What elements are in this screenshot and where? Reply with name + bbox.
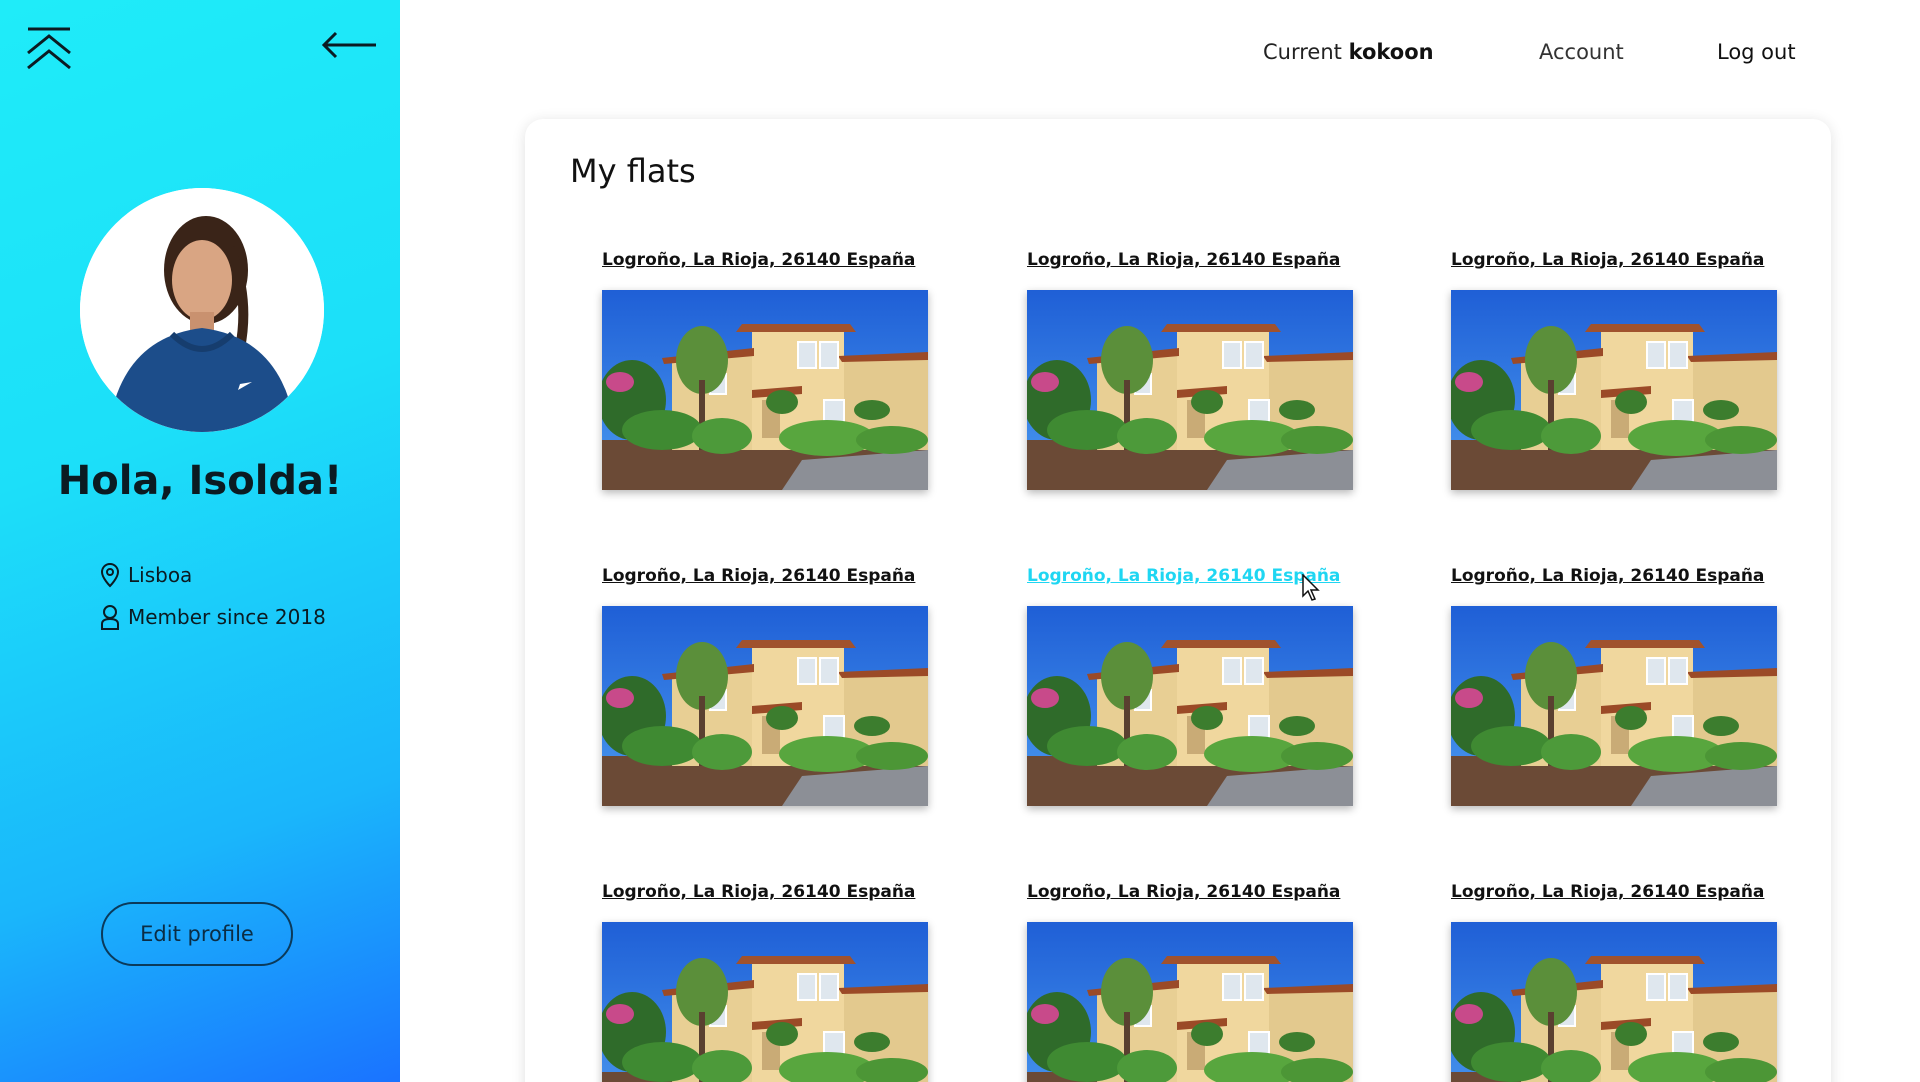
location-pin-icon — [100, 562, 120, 588]
current-prefix: Current — [1263, 40, 1342, 64]
flat-card[interactable]: Logroño, La Rioja, 26140 España — [1451, 882, 1777, 1082]
flat-photo[interactable] — [602, 606, 928, 806]
profile-sidebar: Hola, Isolda! Lisboa Member since 2018 E… — [0, 0, 400, 1082]
user-icon — [101, 605, 119, 630]
edit-profile-button[interactable]: Edit profile — [101, 902, 293, 966]
flat-photo[interactable] — [1027, 606, 1353, 806]
flat-photo[interactable] — [1027, 290, 1353, 490]
flat-address-link[interactable]: Logroño, La Rioja, 26140 España — [1451, 250, 1777, 274]
location-row: Lisboa — [100, 562, 192, 588]
avatar — [80, 188, 324, 432]
flat-address-link[interactable]: Logroño, La Rioja, 26140 España — [602, 250, 928, 274]
flat-address-link[interactable]: Logroño, La Rioja, 26140 España — [602, 882, 928, 906]
greeting-heading: Hola, Isolda! — [57, 458, 343, 504]
flat-photo[interactable] — [602, 290, 928, 490]
flat-address-link[interactable]: Logroño, La Rioja, 26140 España — [1451, 566, 1777, 590]
flat-card[interactable]: Logroño, La Rioja, 26140 España — [602, 566, 928, 806]
flat-photo[interactable] — [602, 922, 928, 1082]
flat-card[interactable]: Logroño, La Rioja, 26140 España — [1027, 250, 1353, 490]
flat-address-link[interactable]: Logroño, La Rioja, 26140 España — [1027, 882, 1353, 906]
back-arrow-icon[interactable] — [320, 30, 378, 60]
kokoon-logo-icon[interactable] — [26, 26, 72, 70]
current-kokoon-link[interactable]: Current kokoon — [1263, 40, 1434, 64]
flat-photo[interactable] — [1451, 606, 1777, 806]
member-since-text: Member since 2018 — [128, 605, 326, 629]
flat-card[interactable]: Logroño, La Rioja, 26140 España — [602, 250, 928, 490]
mouse-cursor-icon — [1302, 574, 1320, 601]
member-row: Member since 2018 — [100, 604, 326, 630]
flat-card[interactable]: Logroño, La Rioja, 26140 España — [1451, 566, 1777, 806]
flat-address-link[interactable]: Logroño, La Rioja, 26140 España — [1451, 882, 1777, 906]
location-text: Lisboa — [128, 563, 193, 587]
flat-card[interactable]: Logroño, La Rioja, 26140 España — [1027, 882, 1353, 1082]
flat-address-link[interactable]: Logroño, La Rioja, 26140 España — [602, 566, 928, 590]
page-title: My flats — [570, 152, 696, 190]
flat-card[interactable]: Logroño, La Rioja, 26140 España — [602, 882, 928, 1082]
current-brand: kokoon — [1348, 40, 1434, 64]
flat-photo[interactable] — [1451, 290, 1777, 490]
flat-card[interactable]: Logroño, La Rioja, 26140 España — [1027, 566, 1353, 806]
logout-link[interactable]: Log out — [1717, 40, 1796, 64]
flat-address-link[interactable]: Logroño, La Rioja, 26140 España — [1027, 250, 1353, 274]
account-link[interactable]: Account — [1539, 40, 1624, 64]
flat-photo[interactable] — [1451, 922, 1777, 1082]
flat-photo[interactable] — [1027, 922, 1353, 1082]
flat-card[interactable]: Logroño, La Rioja, 26140 España — [1451, 250, 1777, 490]
